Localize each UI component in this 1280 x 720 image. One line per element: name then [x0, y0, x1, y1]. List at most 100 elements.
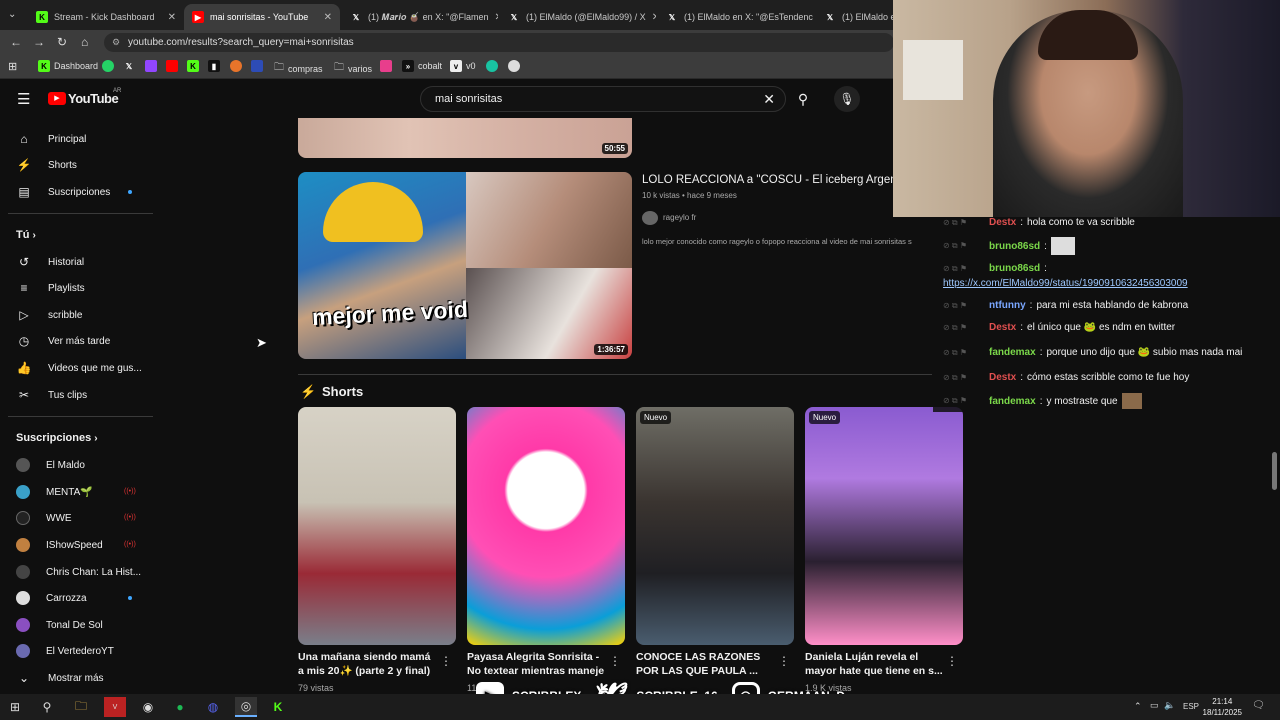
avatar — [16, 591, 30, 605]
tray-chevron-icon[interactable]: ⌃ — [1134, 701, 1142, 712]
search-input[interactable]: mai sonrisitas ✕ — [420, 86, 786, 112]
bookmark-misc[interactable]: ▮ — [208, 60, 220, 72]
notifications-icon[interactable]: 🗨 — [1252, 700, 1265, 711]
short-thumbnail[interactable]: Nuevo — [636, 407, 794, 645]
address-bar[interactable]: ⚙ youtube.com/results?search_query=mai+s… — [104, 33, 894, 52]
thumbs-up-icon: 👍 — [16, 361, 32, 375]
channel-avatar[interactable] — [642, 211, 658, 225]
bookmark-whatsapp[interactable] — [102, 60, 114, 72]
tab-search-icon[interactable]: ⌄ — [8, 9, 16, 20]
sidebar-item-history[interactable]: ↺ Historial — [16, 251, 156, 273]
video-thumbnail[interactable]: mejor me void 1:36:57 — [298, 172, 632, 359]
more-options-icon[interactable]: ⋮ — [440, 654, 452, 668]
bookmark-ball[interactable] — [508, 60, 520, 72]
more-options-icon[interactable]: ⋮ — [946, 654, 958, 668]
menu-icon[interactable]: ☰ — [17, 90, 30, 108]
apps-icon[interactable]: ⊞ — [8, 60, 17, 73]
sidebar-item-label: El VertederoYT — [46, 645, 114, 657]
sidebar-item-liked-videos[interactable]: 👍 Videos que me gus... — [16, 357, 156, 379]
youtube-logo-text[interactable]: YouTube — [68, 91, 119, 106]
sidebar-item-scribble[interactable]: ▷ scribble — [16, 304, 156, 326]
search-button[interactable]: ⚲ — [788, 87, 818, 111]
voicemeeter-icon[interactable]: V — [104, 697, 126, 717]
voice-search-icon[interactable]: 🎙 — [834, 86, 860, 112]
file-explorer-icon[interactable]: 🗀 — [70, 697, 92, 717]
chat-link-text[interactable]: https://x.com/ElMaldo99/status/199091063… — [943, 278, 1188, 289]
tab-x-3[interactable]: 𝕏 (1) ElMaldo en X: "@EsTendenc ✕ — [658, 4, 814, 30]
more-options-icon[interactable]: ⋮ — [609, 654, 621, 668]
bookmark-chatgpt[interactable] — [486, 60, 498, 72]
tab-x-2[interactable]: 𝕏 (1) ElMaldo (@ElMaldo99) / X ✕ — [500, 4, 656, 30]
language-indicator[interactable]: ESP — [1183, 702, 1199, 711]
tab-x-4[interactable]: 𝕏 (1) ElMaldo en — [816, 4, 896, 30]
subscriptions-section-header[interactable]: Suscripciones › — [16, 432, 98, 444]
clock[interactable]: 21:14 18/11/2025 — [1203, 696, 1242, 718]
close-icon[interactable]: ✕ — [324, 12, 332, 23]
short-thumbnail[interactable] — [298, 407, 456, 645]
close-icon[interactable]: ✕ — [495, 12, 499, 23]
short-views: 79 vistas — [298, 683, 334, 693]
home-button[interactable]: ⌂ — [81, 35, 88, 49]
kick-icon[interactable]: K — [267, 697, 289, 717]
page-scrollbar[interactable] — [1272, 452, 1277, 490]
reload-button[interactable]: ↻ — [57, 35, 67, 49]
volume-icon[interactable]: 🔈 — [1164, 700, 1175, 711]
sidebar-item-clips[interactable]: ✂ Tus clips — [16, 384, 156, 406]
show-more-button[interactable]: ⌄ Mostrar más — [16, 667, 156, 689]
sidebar-item-playlists[interactable]: ≡ Playlists — [16, 277, 156, 299]
more-options-icon[interactable]: ⋮ — [778, 654, 790, 668]
sub-channel-tonal-de-sol[interactable]: Tonal De Sol — [16, 614, 156, 636]
bookmark-kick[interactable]: K — [187, 60, 199, 72]
bookmark-x[interactable]: 𝕏 — [123, 60, 135, 72]
chat-message: ⊘ ⧉ ⚑ bruno86sd: — [943, 237, 1075, 255]
you-section-header[interactable]: Tú › — [16, 229, 36, 241]
tab-youtube[interactable]: ▶ mai sonrisitas - YouTube ✕ — [184, 4, 340, 30]
sidebar-item-watch-later[interactable]: ◷ Ver más tarde — [16, 330, 156, 352]
sub-channel-el-maldo[interactable]: El Maldo — [16, 454, 156, 476]
clear-search-icon[interactable]: ✕ — [763, 87, 775, 111]
sidebar-item-subscriptions[interactable]: ▤ Suscripciones — [16, 181, 156, 203]
channel-name[interactable]: rageylo fr — [663, 213, 696, 222]
tab-kick-dashboard[interactable]: K Stream - Kick Dashboard ✕ — [28, 4, 184, 30]
sidebar-item-label: Historial — [48, 256, 85, 268]
sub-channel-el-vertedero[interactable]: El VertederoYT — [16, 640, 156, 662]
bookmark-youtube[interactable] — [166, 60, 178, 72]
short-title[interactable]: CONOCE LAS RAZONES POR LAS QUE PAULA ... — [636, 650, 776, 678]
short-thumbnail[interactable]: Nuevo — [805, 407, 963, 645]
forward-button[interactable]: → — [33, 35, 45, 49]
bookmark-orange[interactable] — [230, 60, 242, 72]
chat-message: ⊘ ⧉ ⚑ fandemax: y mostraste que — [943, 393, 1142, 409]
short-thumbnail[interactable] — [467, 407, 625, 645]
back-button[interactable]: ← — [10, 35, 22, 49]
bookmark-folder-compras[interactable]: 🗀 compras — [274, 60, 323, 77]
network-icon[interactable]: ▭ — [1150, 700, 1159, 711]
short-title[interactable]: Una mañana siendo mamá a mis 20✨ (parte … — [298, 650, 438, 678]
bookmark-v0[interactable]: v v0 — [450, 60, 476, 72]
video-title[interactable]: LOLO REACCIONA a "COSCU - El iceberg Arg… — [642, 174, 894, 186]
short-title[interactable]: Daniela Luján revela el mayor hate que t… — [805, 650, 945, 678]
short-title[interactable]: Payasa Alegrita Sonrisita - No textear m… — [467, 650, 607, 678]
bookmark-cobalt[interactable]: » cobalt — [402, 60, 442, 72]
chat-link[interactable]: https://x.com/ElMaldo99/status/199091063… — [943, 278, 1188, 289]
bookmark-dashboard[interactable]: K Dashboard — [38, 60, 98, 72]
tab-x-1[interactable]: 𝕏 (1) 𝑴𝒂𝒓𝒊𝒐 🧉 en X: "@Flamen ✕ — [342, 4, 498, 30]
site-info-icon[interactable]: ⚙ — [112, 33, 120, 52]
obs-icon[interactable]: ◉ — [137, 697, 159, 717]
sub-channel-chris-chan[interactable]: Chris Chan: La Hist... — [16, 561, 156, 583]
search-icon[interactable]: ⚲ — [36, 697, 58, 717]
video-thumbnail[interactable]: 50:55 — [298, 118, 632, 158]
bookmark-pink[interactable] — [380, 60, 392, 72]
close-icon[interactable]: ✕ — [168, 12, 176, 23]
sidebar-item-shorts[interactable]: ⚡ Shorts — [16, 154, 156, 176]
discord-icon[interactable]: ◍ — [202, 697, 224, 717]
bookmark-folder-varios[interactable]: 🗀 varios — [334, 60, 372, 77]
windows-start-icon[interactable]: ⊞ — [4, 697, 26, 717]
sidebar-item-principal[interactable]: ⌂ Principal — [16, 128, 156, 150]
sub-channel-carrozza[interactable]: Carrozza — [16, 587, 156, 609]
close-icon[interactable]: ✕ — [652, 12, 656, 23]
bookmark-fwc[interactable] — [251, 60, 263, 72]
spotify-icon[interactable]: ● — [169, 697, 191, 717]
youtube-logo-icon[interactable]: ▶ — [48, 92, 66, 105]
chrome-icon[interactable]: ◎ — [235, 697, 257, 717]
bookmark-twitch[interactable] — [145, 60, 157, 72]
